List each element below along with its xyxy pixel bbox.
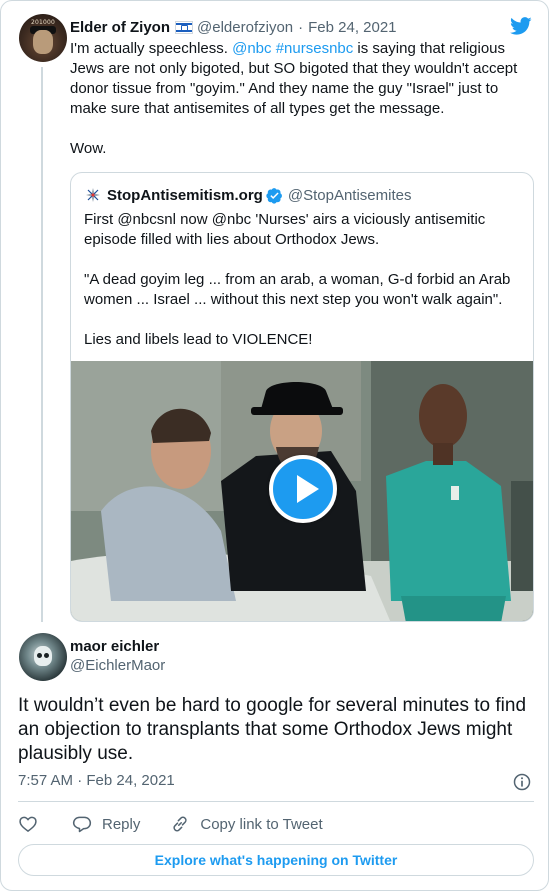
video-thumbnail[interactable] [71,361,533,621]
avatar-eye-shape [37,653,42,658]
reply-button[interactable]: Reply [72,814,140,834]
quoted-tweet-header: StopAntisemitism.org @StopAntisemites [85,185,411,205]
main-tweet-text: It wouldn’t even be hard to google for s… [18,695,527,764]
parent-tweet-header: Elder of Ziyon @elderofziyon · Feb 24, 2… [70,17,397,37]
parent-author-name[interactable]: Elder of Ziyon [70,19,170,36]
text-segment: is saying that religious Jews are not on… [70,40,518,157]
explore-twitter-button[interactable]: Explore what's happening on Twitter [18,844,534,876]
play-icon[interactable] [269,455,337,523]
tweet-actions-bar: Reply Copy link to Tweet [18,813,323,835]
avatar-eye-shape [44,653,49,658]
quoted-author-avatar[interactable] [85,187,101,203]
hashtag-link-nursesnbc[interactable]: #nursesnbc [276,40,354,57]
main-author-handle[interactable]: @EichlerMaor [70,657,165,674]
text-segment: I'm actually speechless. [70,40,233,57]
divider [18,801,534,802]
main-author-name[interactable]: maor eichler [70,638,159,655]
heart-icon [19,816,37,832]
reply-icon [72,816,92,833]
link-icon [173,816,187,832]
copy-link-label: Copy link to Tweet [200,815,323,833]
mention-link-nbc[interactable]: @nbc [232,40,271,57]
quoted-author-handle[interactable]: @StopAntisemites [288,187,412,204]
quoted-tweet-text: First @nbcsnl now @nbc 'Nurses' airs a v… [84,211,511,348]
main-author-avatar[interactable] [19,633,67,681]
like-button[interactable] [18,814,38,834]
twitter-bird-icon[interactable] [509,15,533,37]
main-tweet-timestamp[interactable]: 7:57 AM · Feb 24, 2021 [18,772,175,789]
copy-link-button[interactable]: Copy link to Tweet [170,814,323,834]
israel-flag-icon [175,20,194,34]
quoted-tweet-card[interactable]: StopAntisemitism.org @StopAntisemites Fi… [70,172,534,622]
reply-label: Reply [102,815,141,833]
parent-tweet-date[interactable]: Feb 24, 2021 [308,19,396,36]
header-separator: · [298,18,304,36]
embedded-tweet-card: 201000 Elder of Ziyon @elderofziyon · Fe… [0,0,549,891]
parent-author-handle[interactable]: @elderofziyon [197,19,293,36]
avatar-caption: 201000 [30,19,56,26]
thread-connector-line [41,67,43,622]
parent-author-avatar[interactable]: 201000 [19,14,67,62]
info-icon[interactable] [512,772,532,792]
parent-tweet-text: I'm actually speechless. @nbc #nursesnbc… [70,39,525,159]
avatar-face-shape [33,30,53,54]
verified-badge-icon [266,187,282,204]
quoted-author-name[interactable]: StopAntisemitism.org [107,187,263,204]
